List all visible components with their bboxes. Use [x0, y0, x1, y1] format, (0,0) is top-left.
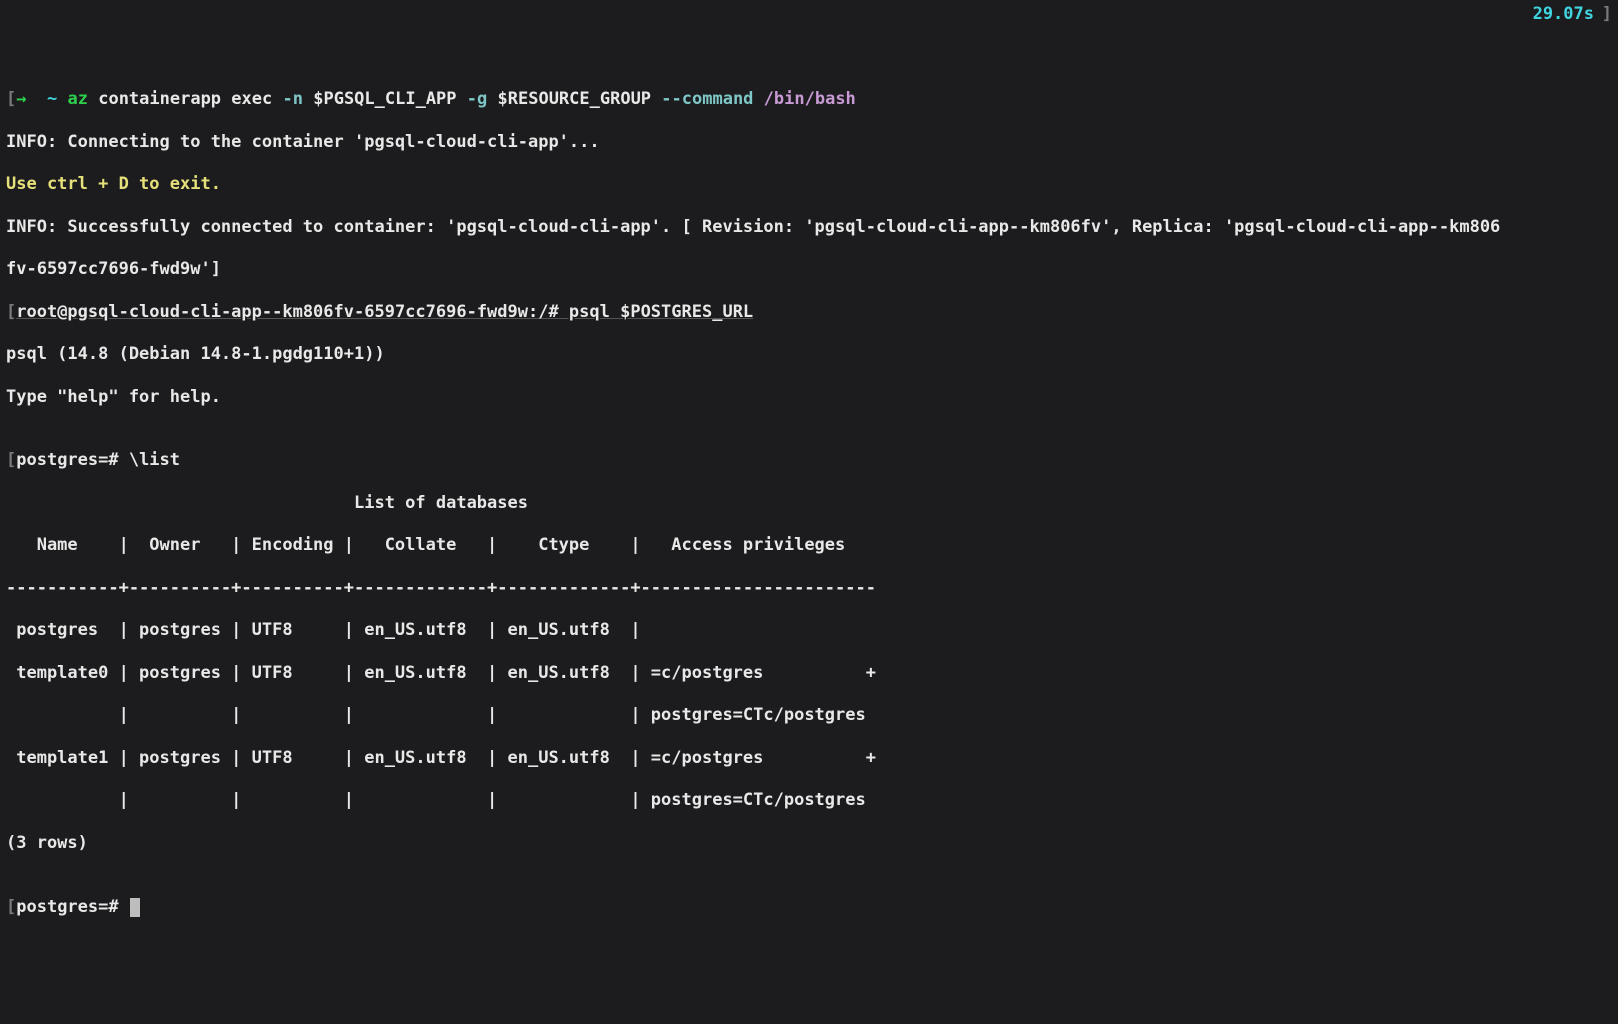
- table-row: | | | | | postgres=CTc/postgres: [6, 705, 1612, 726]
- cmd-exec: exec: [231, 89, 272, 109]
- prompt-arrow-icon: →: [16, 89, 26, 109]
- flag-n: -n: [283, 89, 303, 109]
- bracket-open-psql1: [: [6, 450, 16, 470]
- psql-prompt-2: postgres=#: [16, 897, 129, 917]
- table-rule: -----------+----------+----------+------…: [6, 578, 1612, 599]
- table-row: template0 | postgres | UTF8 | en_US.utf8…: [6, 663, 1612, 684]
- exit-hint: Use ctrl + D to exit.: [6, 174, 1612, 195]
- table-row: | | | | | postgres=CTc/postgres: [6, 790, 1612, 811]
- shell-prompt-line[interactable]: [root@pgsql-cloud-cli-app--km806fv-6597c…: [6, 302, 1612, 323]
- psql-help-hint: Type "help" for help.: [6, 387, 1612, 408]
- flag-command: --command: [661, 89, 753, 109]
- bracket-open-shell: [: [6, 302, 16, 322]
- cmd-containerapp: containerapp: [98, 89, 221, 109]
- bracket-open: [: [6, 89, 16, 109]
- info-connecting: INFO: Connecting to the container 'pgsql…: [6, 132, 1612, 153]
- table-row: postgres | postgres | UTF8 | en_US.utf8 …: [6, 620, 1612, 641]
- cmd-az: az: [67, 89, 87, 109]
- elapsed-time: 29.07s: [1533, 4, 1594, 25]
- table-row: template1 | postgres | UTF8 | en_US.utf8…: [6, 748, 1612, 769]
- cursor-icon: [130, 898, 140, 917]
- psql-prompt-1: postgres=# \list: [16, 450, 180, 470]
- row-count: (3 rows): [6, 833, 1612, 854]
- shell-prompt: root@pgsql-cloud-cli-app--km806fv-6597cc…: [16, 302, 753, 322]
- arg-bin-bash: /bin/bash: [764, 89, 856, 109]
- var-resource-group: $RESOURCE_GROUP: [498, 89, 652, 109]
- psql-version: psql (14.8 (Debian 14.8-1.pgdg110+1)): [6, 344, 1612, 365]
- command-line[interactable]: [→ ~ az containerapp exec -n $PGSQL_CLI_…: [6, 89, 1612, 110]
- cwd-tilde: ~: [47, 89, 57, 109]
- var-pgsql-cli-app: $PGSQL_CLI_APP: [313, 89, 456, 109]
- bracket-open-psql2: [: [6, 897, 16, 917]
- info-connected-1: INFO: Successfully connected to containe…: [6, 217, 1612, 238]
- table-title: List of databases: [6, 493, 1612, 514]
- flag-g: -g: [467, 89, 487, 109]
- psql-prompt-current[interactable]: [postgres=#: [6, 897, 1612, 918]
- info-connected-2: fv-6597cc7696-fwd9w']: [6, 259, 1612, 280]
- psql-prompt-list[interactable]: [postgres=# \list: [6, 450, 1612, 471]
- bracket-close: ]: [1602, 4, 1612, 25]
